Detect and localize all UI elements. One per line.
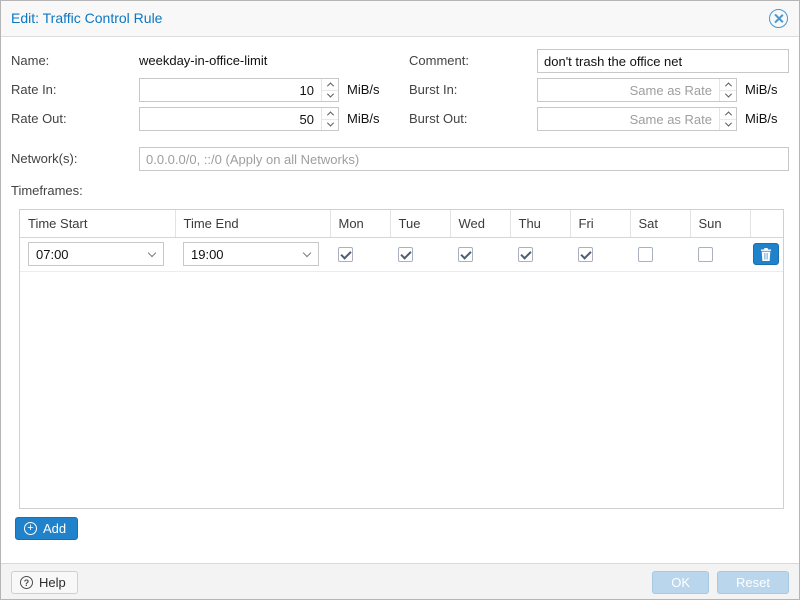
- burst-out-spin-buttons: [719, 108, 736, 130]
- col-sat: Sat: [630, 210, 690, 237]
- chevron-down-icon: [303, 248, 311, 256]
- timeframes-label: Timeframes:: [11, 179, 83, 203]
- burst-in-label: Burst In:: [409, 78, 457, 102]
- time-start-select[interactable]: 07:00: [28, 242, 164, 266]
- chevron-down-icon: [148, 248, 156, 256]
- chevron-down-icon: [326, 120, 333, 127]
- footer-actions: OK Reset: [652, 571, 789, 594]
- rate-in-spin-down[interactable]: [322, 90, 338, 102]
- timeframe-row: 07:00 19:00: [20, 237, 783, 271]
- rate-in-unit: MiB/s: [347, 78, 380, 102]
- burst-out-label: Burst Out:: [409, 107, 468, 131]
- time-end-value: 19:00: [191, 247, 224, 262]
- dialog-header: Edit: Traffic Control Rule: [1, 1, 799, 37]
- timeframes-table: Time Start Time End Mon Tue Wed Thu Fri …: [19, 209, 784, 509]
- checkbox-sat[interactable]: [638, 247, 653, 262]
- plus-icon: +: [24, 522, 37, 535]
- burst-in-spin-up[interactable]: [720, 79, 736, 90]
- checkbox-tue[interactable]: [398, 247, 413, 262]
- rate-out-spin-buttons: [321, 108, 338, 130]
- burst-in-unit: MiB/s: [745, 78, 778, 102]
- add-button[interactable]: + Add: [15, 517, 78, 540]
- chevron-down-icon: [724, 91, 731, 98]
- rate-out-label: Rate Out:: [11, 107, 67, 131]
- reset-button[interactable]: Reset: [717, 571, 789, 594]
- help-button[interactable]: ? Help: [11, 571, 78, 594]
- close-icon: [774, 14, 783, 23]
- rate-in-spinner: [139, 78, 339, 102]
- delete-row-button[interactable]: [753, 243, 779, 265]
- name-value: weekday-in-office-limit: [139, 49, 267, 73]
- chevron-up-icon: [326, 111, 333, 118]
- help-button-label: Help: [39, 575, 66, 590]
- networks-label: Network(s):: [11, 147, 77, 171]
- edit-traffic-control-rule-dialog: Edit: Traffic Control Rule Name: weekday…: [0, 0, 800, 600]
- col-thu: Thu: [510, 210, 570, 237]
- burst-in-spin-down[interactable]: [720, 90, 736, 102]
- checkbox-wed[interactable]: [458, 247, 473, 262]
- col-tue: Tue: [390, 210, 450, 237]
- rate-out-unit: MiB/s: [347, 107, 380, 131]
- chevron-down-icon: [724, 120, 731, 127]
- networks-input[interactable]: [139, 147, 789, 171]
- rate-out-spin-up[interactable]: [322, 108, 338, 119]
- burst-in-spinner: [537, 78, 737, 102]
- burst-out-spin-down[interactable]: [720, 119, 736, 131]
- rate-in-input[interactable]: [140, 79, 321, 101]
- col-mon: Mon: [330, 210, 390, 237]
- close-button[interactable]: [769, 9, 788, 28]
- chevron-up-icon: [724, 111, 731, 118]
- trash-icon: [760, 248, 772, 261]
- rate-out-spin-down[interactable]: [322, 119, 338, 131]
- dialog-title: Edit: Traffic Control Rule: [11, 1, 162, 36]
- burst-in-spin-buttons: [719, 79, 736, 101]
- col-actions: [750, 210, 783, 237]
- comment-input[interactable]: [537, 49, 789, 73]
- name-label: Name:: [11, 49, 49, 73]
- chevron-down-icon: [326, 91, 333, 98]
- chevron-up-icon: [326, 82, 333, 89]
- ok-button[interactable]: OK: [652, 571, 709, 594]
- checkbox-mon[interactable]: [338, 247, 353, 262]
- burst-out-input[interactable]: [538, 108, 719, 130]
- add-button-label: Add: [43, 521, 66, 536]
- rate-in-label: Rate In:: [11, 78, 57, 102]
- time-start-value: 07:00: [36, 247, 69, 262]
- rate-out-input[interactable]: [140, 108, 321, 130]
- col-wed: Wed: [450, 210, 510, 237]
- burst-out-unit: MiB/s: [745, 107, 778, 131]
- burst-in-input[interactable]: [538, 79, 719, 101]
- col-sun: Sun: [690, 210, 750, 237]
- chevron-up-icon: [724, 82, 731, 89]
- checkbox-sun[interactable]: [698, 247, 713, 262]
- col-time-end: Time End: [175, 210, 330, 237]
- burst-out-spinner: [537, 107, 737, 131]
- checkbox-fri[interactable]: [578, 247, 593, 262]
- rate-in-spin-up[interactable]: [322, 79, 338, 90]
- time-end-select[interactable]: 19:00: [183, 242, 319, 266]
- rate-out-spinner: [139, 107, 339, 131]
- burst-out-spin-up[interactable]: [720, 108, 736, 119]
- question-icon: ?: [20, 576, 33, 589]
- dialog-footer: ? Help OK Reset: [1, 563, 799, 599]
- col-time-start: Time Start: [20, 210, 175, 237]
- col-fri: Fri: [570, 210, 630, 237]
- table-header-row: Time Start Time End Mon Tue Wed Thu Fri …: [20, 210, 783, 237]
- checkbox-thu[interactable]: [518, 247, 533, 262]
- rate-in-spin-buttons: [321, 79, 338, 101]
- comment-label: Comment:: [409, 49, 469, 73]
